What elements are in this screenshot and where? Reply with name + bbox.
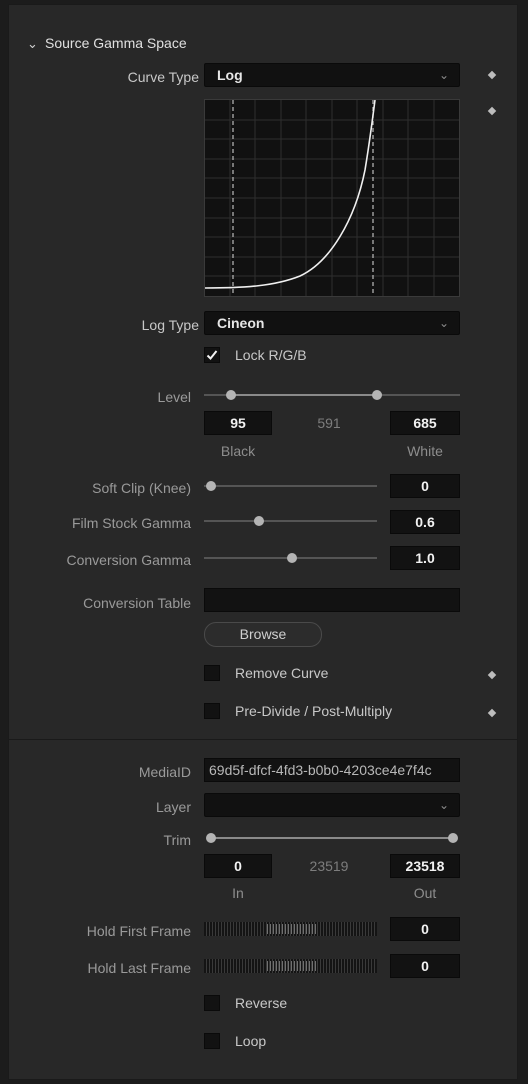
trim-mid-value: 23519 — [309, 858, 349, 874]
trim-out-input[interactable]: 23518 — [390, 854, 460, 878]
reverse-label: Reverse — [235, 995, 288, 1011]
inspector-panel: ⌄ Source Gamma Space Curve Type Log ⌄ Lo… — [8, 4, 518, 1080]
curve-type-value: Log — [217, 67, 243, 83]
curve-type-dropdown[interactable]: Log ⌄ — [204, 63, 460, 87]
media-id-label: MediaID — [138, 764, 191, 780]
lock-rgb-checkbox[interactable] — [204, 347, 220, 363]
hold-first-frame-jog[interactable] — [204, 922, 377, 936]
level-white-label: White — [407, 443, 443, 459]
level-black-input[interactable]: 95 — [204, 411, 272, 435]
browse-button[interactable]: Browse — [204, 622, 322, 647]
conversion-gamma-input[interactable]: 1.0 — [390, 546, 460, 570]
log-type-value: Cineon — [217, 315, 265, 331]
level-white-input[interactable]: 685 — [390, 411, 460, 435]
section-title: Source Gamma Space — [45, 35, 187, 51]
pre-divide-label: Pre-Divide / Post-Multiply — [235, 703, 393, 719]
chevron-down-icon: ⌄ — [438, 798, 449, 812]
section-divider — [9, 739, 517, 740]
section-header[interactable]: ⌄ Source Gamma Space — [27, 35, 327, 55]
film-stock-gamma-handle[interactable] — [254, 516, 264, 526]
trim-in-input[interactable]: 0 — [204, 854, 272, 878]
log-type-dropdown[interactable]: Cineon ⌄ — [204, 311, 460, 335]
trim-label: Trim — [163, 832, 191, 848]
media-id-field[interactable]: 69d5f-dfcf-4fd3-b0b0-4203ce4e7f4c — [204, 758, 460, 782]
chevron-down-icon: ⌄ — [438, 68, 449, 82]
chevron-down-icon: ⌄ — [438, 316, 449, 330]
level-range-fill — [231, 394, 377, 396]
conversion-table-field[interactable] — [204, 588, 460, 612]
layer-dropdown[interactable]: ⌄ — [204, 793, 460, 817]
soft-clip-handle[interactable] — [206, 481, 216, 491]
loop-label: Loop — [235, 1033, 267, 1049]
curve-graph-svg — [204, 99, 459, 296]
trim-track[interactable] — [209, 837, 453, 839]
hold-last-frame-label: Hold Last Frame — [87, 960, 191, 976]
conversion-gamma-label: Conversion Gamma — [66, 552, 192, 568]
remove-curve-checkbox[interactable] — [204, 665, 220, 681]
level-black-label: Black — [220, 443, 256, 459]
conversion-table-label: Conversion Table — [83, 595, 191, 611]
keyframe-diamond-icon[interactable] — [487, 670, 497, 680]
conversion-gamma-handle[interactable] — [287, 553, 297, 563]
keyframe-diamond-icon[interactable] — [487, 708, 497, 718]
reverse-checkbox[interactable] — [204, 995, 220, 1011]
film-stock-gamma-track[interactable] — [204, 520, 377, 522]
soft-clip-label: Soft Clip (Knee) — [92, 480, 191, 496]
level-label: Level — [157, 389, 191, 405]
keyframe-diamond-icon[interactable] — [487, 106, 497, 116]
trim-in-handle[interactable] — [206, 833, 216, 843]
log-type-label: Log Type — [141, 317, 199, 333]
soft-clip-track[interactable] — [204, 485, 377, 487]
level-black-handle[interactable] — [226, 390, 236, 400]
keyframe-diamond-icon[interactable] — [487, 70, 497, 80]
soft-clip-input[interactable]: 0 — [390, 474, 460, 498]
level-mid-value: 591 — [317, 415, 341, 431]
hold-last-frame-input[interactable]: 0 — [390, 954, 460, 978]
trim-out-label: Out — [413, 885, 437, 901]
trim-out-handle[interactable] — [448, 833, 458, 843]
pre-divide-checkbox[interactable] — [204, 703, 220, 719]
checkmark-icon — [206, 350, 218, 360]
loop-checkbox[interactable] — [204, 1033, 220, 1049]
hold-first-frame-label: Hold First Frame — [86, 923, 191, 939]
layer-label: Layer — [155, 799, 191, 815]
film-stock-gamma-input[interactable]: 0.6 — [390, 510, 460, 534]
curve-graph[interactable] — [204, 99, 460, 297]
chevron-down-icon[interactable]: ⌄ — [27, 36, 38, 52]
curve-type-label: Curve Type — [127, 69, 199, 85]
level-white-handle[interactable] — [372, 390, 382, 400]
remove-curve-label: Remove Curve — [235, 665, 329, 681]
hold-last-frame-jog[interactable] — [204, 959, 377, 973]
film-stock-gamma-label: Film Stock Gamma — [71, 515, 191, 531]
hold-first-frame-input[interactable]: 0 — [390, 917, 460, 941]
lock-rgb-label: Lock R/G/B — [235, 347, 307, 363]
trim-in-label: In — [232, 885, 244, 901]
